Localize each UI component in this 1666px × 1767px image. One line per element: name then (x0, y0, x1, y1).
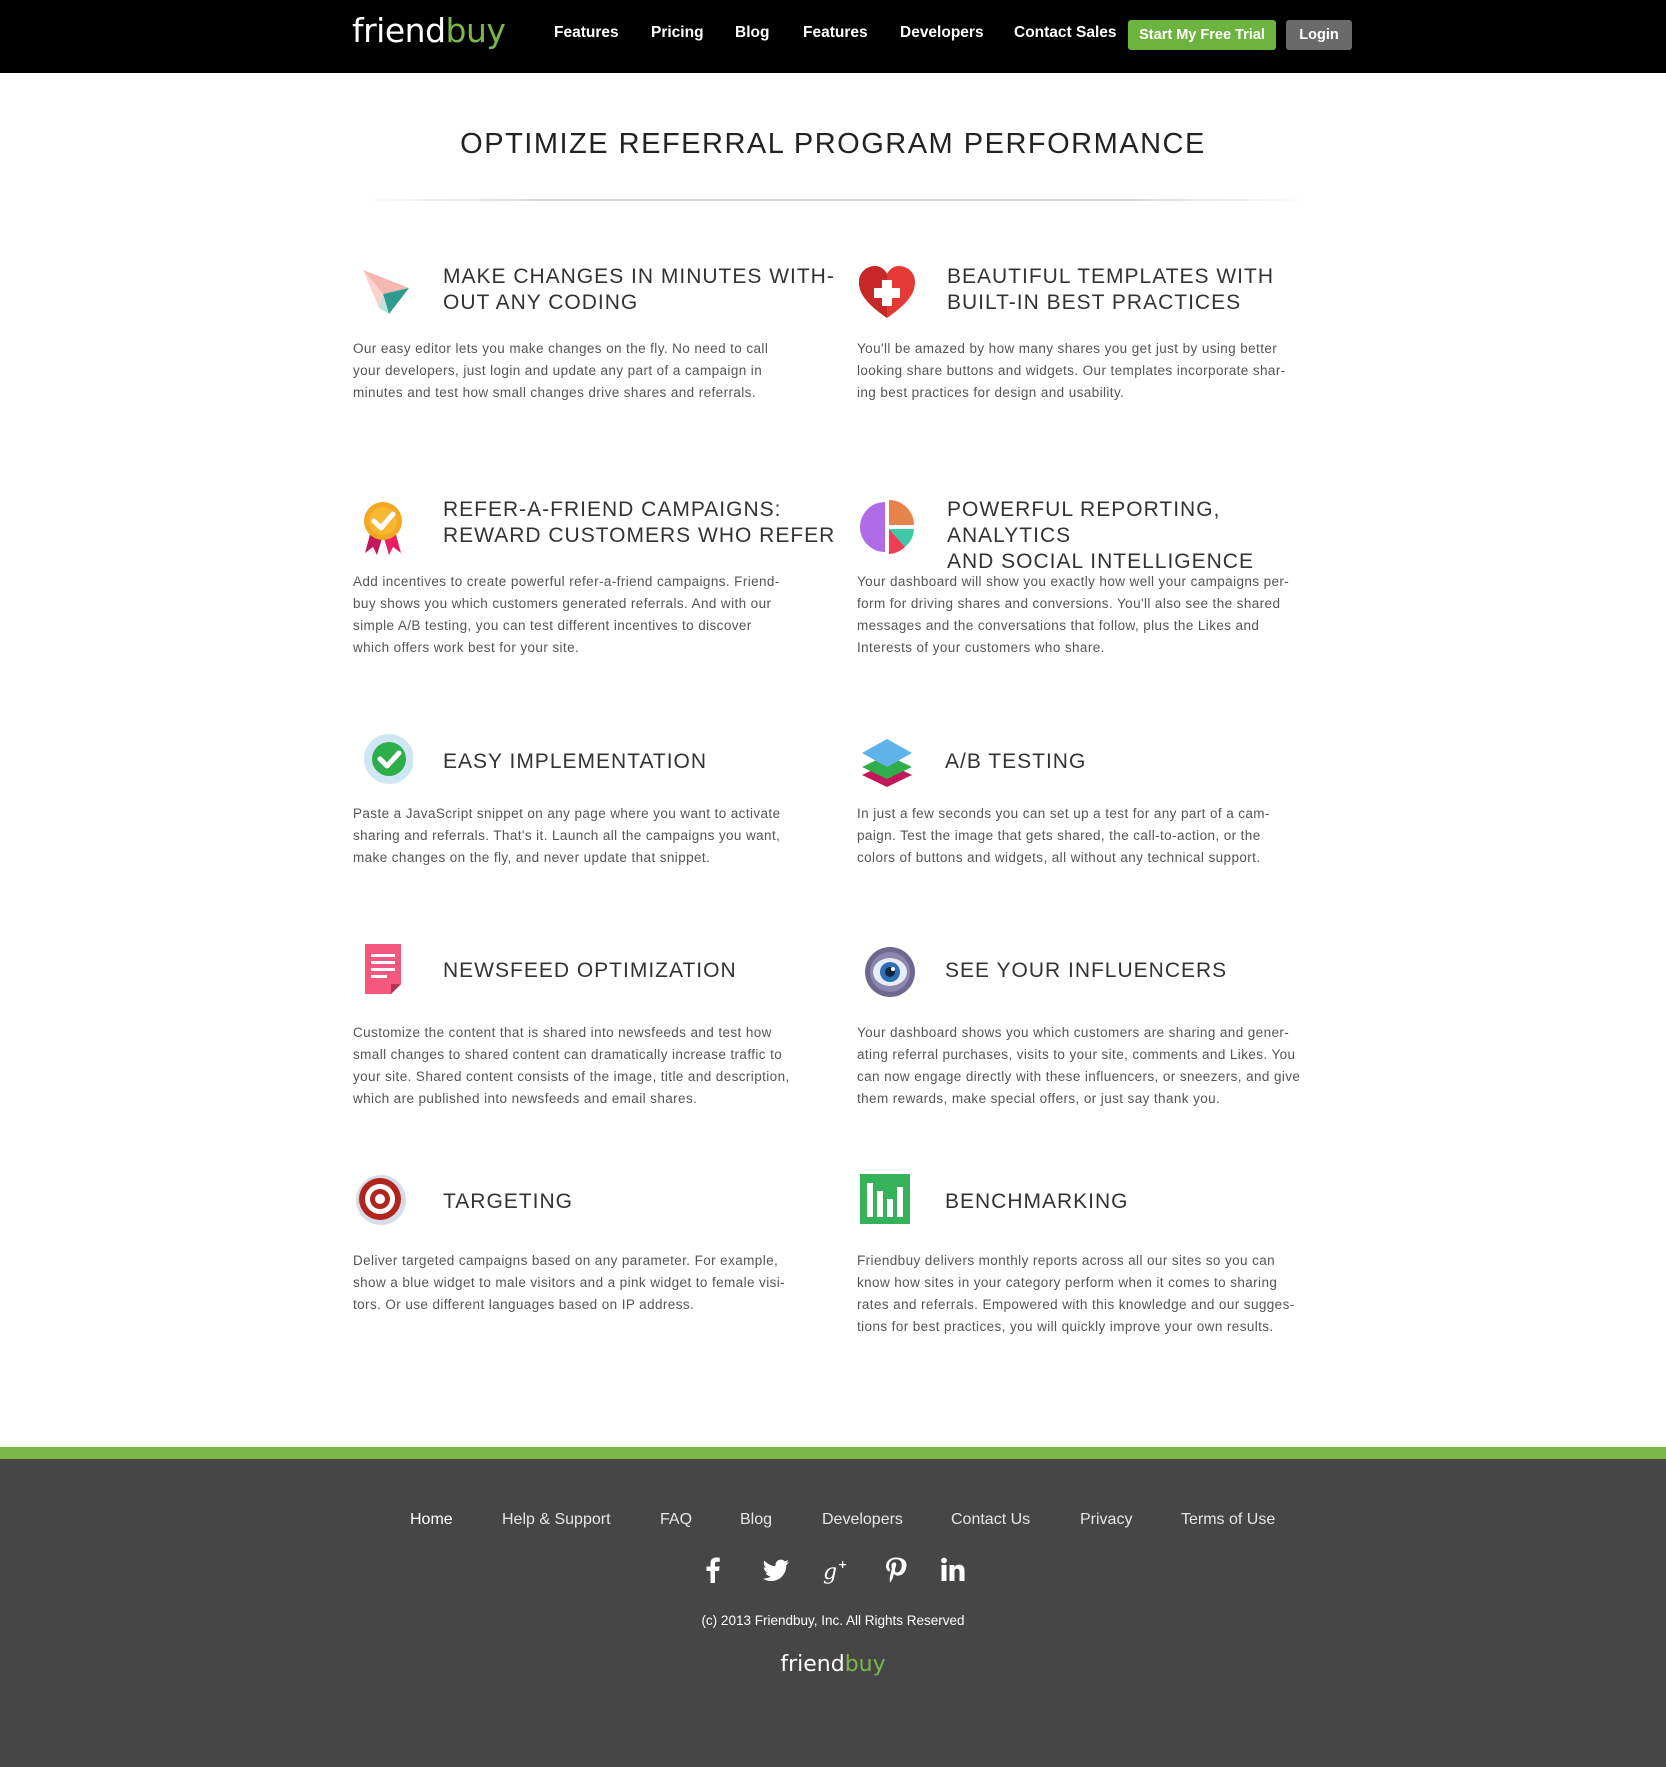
footer-logo-text-buy: buy (844, 1652, 886, 1677)
feature-title: POWERFUL REPORTING, ANALYTICS AND SOCIAL… (947, 498, 1254, 573)
feature-description: Paste a JavaScript snippet on any page w… (353, 806, 781, 865)
bar-chart-icon (860, 1174, 910, 1224)
svg-text:g: g (823, 1560, 837, 1585)
heart-plus-icon (859, 266, 915, 318)
top-navigation-bar: friendbuy Features Pricing Blog Features… (0, 0, 1666, 73)
feature-title: REFER-A-FRIEND CAMPAIGNS: REWARD CUSTOME… (443, 498, 836, 547)
feature-title: SEE YOUR INFLUENCERS (945, 959, 1228, 982)
eye-icon (865, 947, 915, 997)
footer-link-faq[interactable]: FAQ (660, 1511, 692, 1529)
pie-chart-icon (860, 500, 914, 554)
title-divider (360, 199, 1310, 201)
feature-description: Our easy editor lets you make changes on… (353, 341, 769, 400)
feature-title: TARGETING (443, 1190, 573, 1213)
feature-title: NEWSFEED OPTIMIZATION (443, 959, 737, 982)
document-icon (365, 944, 401, 994)
footer-link-privacy[interactable]: Privacy (1080, 1511, 1132, 1529)
facebook-icon[interactable] (698, 1555, 728, 1585)
footer-logo[interactable]: friendbuy (0, 1652, 1666, 1677)
pinterest-icon[interactable] (881, 1555, 911, 1585)
feature-title: A/B TESTING (945, 750, 1087, 773)
feature-description: Deliver targeted campaigns based on any … (353, 1253, 786, 1312)
start-free-trial-button[interactable]: Start My Free Trial (1128, 20, 1276, 50)
nav-contact-sales[interactable]: Contact Sales (1014, 24, 1117, 42)
footer-link-blog[interactable]: Blog (740, 1511, 772, 1529)
footer: Home Help & Support FAQ Blog Developers … (0, 1459, 1666, 1767)
nav-pricing[interactable]: Pricing (651, 24, 704, 42)
layers-icon (862, 739, 912, 787)
logo-text-buy: buy (445, 11, 506, 50)
feature-description: Your dashboard will show you exactly how… (857, 574, 1290, 655)
friendbuy-logo[interactable]: friendbuy (352, 11, 506, 51)
award-ribbon-icon (364, 502, 402, 555)
feature-title: BEAUTIFUL TEMPLATES WITH BUILT-IN BEST P… (947, 265, 1274, 314)
feature-title: BENCHMARKING (945, 1190, 1129, 1213)
linkedin-icon[interactable] (938, 1555, 968, 1585)
feature-description: You'll be amazed by how many shares you … (857, 341, 1286, 400)
target-icon (356, 1175, 406, 1225)
login-button[interactable]: Login (1286, 20, 1352, 50)
nav-features[interactable]: Features (554, 24, 619, 42)
footer-logo-text-friend: friend (780, 1652, 845, 1677)
svg-text:+: + (838, 1558, 847, 1571)
feature-title: EASY IMPLEMENTATION (443, 750, 708, 773)
footer-link-contact-us[interactable]: Contact Us (951, 1511, 1030, 1529)
feature-description: Your dashboard shows you which customers… (857, 1025, 1301, 1106)
feature-description: Add incentives to create powerful refer-… (353, 574, 780, 655)
feature-title: MAKE CHANGES IN MINUTES WITH- OUT ANY CO… (443, 265, 835, 314)
twitter-icon[interactable] (761, 1555, 791, 1585)
footer-link-home[interactable]: Home (410, 1511, 453, 1529)
page-title: OPTIMIZE REFERRAL PROGRAM PERFORMANCE (460, 128, 1206, 160)
copyright-text: (c) 2013 Friendbuy, Inc. All Rights Rese… (701, 1613, 965, 1628)
feature-description: Customize the content that is shared int… (353, 1025, 790, 1106)
google-plus-icon[interactable]: g + (821, 1555, 851, 1585)
nav-blog[interactable]: Blog (735, 24, 769, 42)
check-circle-icon (364, 734, 413, 784)
paper-plane-icon (363, 270, 409, 314)
feature-description: In just a few seconds you can set up a t… (857, 806, 1270, 865)
logo-text-friend: friend (352, 11, 446, 50)
footer-link-terms[interactable]: Terms of Use (1181, 1511, 1275, 1529)
nav-features-2[interactable]: Features (803, 24, 868, 42)
footer-link-developers[interactable]: Developers (822, 1511, 903, 1529)
footer-link-help-support[interactable]: Help & Support (502, 1511, 611, 1529)
footer-accent-stripe (0, 1447, 1666, 1459)
feature-description: Friendbuy delivers monthly reports acros… (857, 1253, 1295, 1334)
nav-developers[interactable]: Developers (900, 24, 984, 42)
